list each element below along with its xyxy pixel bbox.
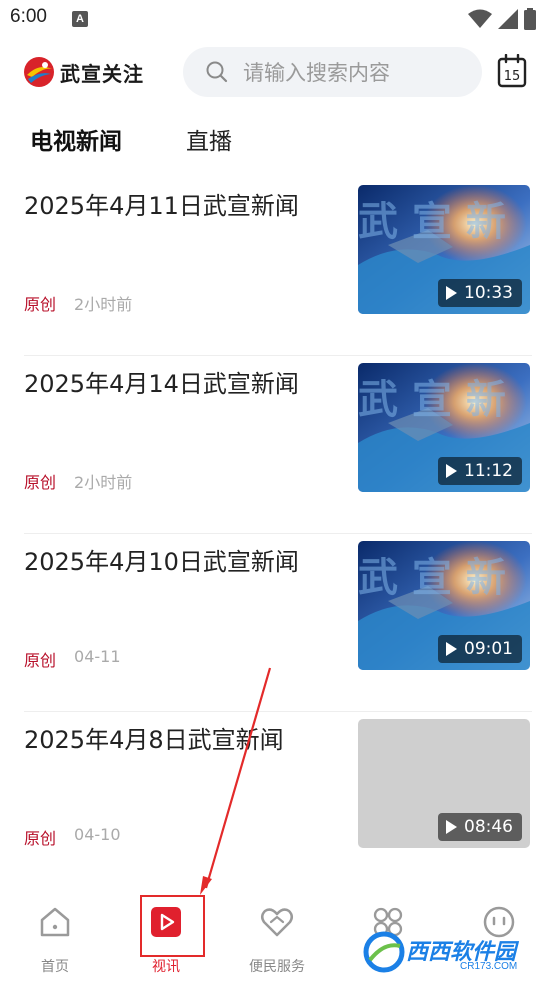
search-icon: [206, 61, 228, 83]
tab-live[interactable]: 直播: [186, 122, 232, 156]
news-meta: 原创 2小时前: [24, 469, 132, 493]
watermark-logo: 西西软件园 CR173.COM: [362, 930, 540, 978]
duration-text: 11:12: [464, 461, 513, 481]
logo-mark-icon: [24, 57, 54, 87]
svg-text:武 宣 新: 武 宣 新: [358, 555, 506, 601]
watermark-mark-icon: [363, 931, 405, 973]
watermark-sub: CR173.COM: [460, 961, 518, 972]
nav-label-home: 首页: [41, 959, 69, 975]
calendar-day: 15: [504, 69, 521, 84]
play-icon: [446, 642, 457, 656]
play-icon: [446, 286, 457, 300]
video-duration: 11:12: [438, 457, 522, 485]
status-indicators: [468, 8, 536, 30]
news-meta: 原创 04-11: [24, 647, 121, 671]
notification-icon: A: [72, 11, 88, 27]
app-header: 武宣关注 请输入搜索内容 15: [0, 44, 554, 102]
news-tag: 原创: [24, 295, 57, 314]
video-thumbnail[interactable]: 武 宣 新 10:33: [358, 185, 530, 314]
news-time: 2小时前: [74, 295, 133, 314]
news-title: 2025年4月10日武宣新闻: [24, 548, 299, 576]
video-thumbnail[interactable]: 08:46: [358, 719, 530, 848]
tab-bar: 电视新闻 直播: [0, 114, 554, 162]
nav-home[interactable]: 首页: [0, 890, 110, 984]
app-name: 武宣关注: [60, 61, 144, 86]
list-item[interactable]: 2025年4月10日武宣新闻 原创 04-11 武 宣 新 09:01: [0, 534, 554, 712]
news-time: 2小时前: [74, 473, 133, 492]
news-title: 2025年4月8日武宣新闻: [24, 726, 284, 754]
tab-tv-news[interactable]: 电视新闻: [30, 122, 122, 156]
news-meta: 原创 04-10: [24, 825, 121, 849]
news-tag: 原创: [24, 651, 57, 670]
video-thumbnail[interactable]: 武 宣 新 09:01: [358, 541, 530, 670]
list-item[interactable]: 2025年4月14日武宣新闻 原创 2小时前 武 宣 新 11:12: [0, 356, 554, 534]
video-duration: 08:46: [438, 813, 522, 841]
calendar-icon[interactable]: 15: [497, 54, 527, 88]
app-logo: 武宣关注: [22, 55, 144, 89]
video-thumbnail[interactable]: 武 宣 新 11:12: [358, 363, 530, 492]
search-input[interactable]: 请输入搜索内容: [183, 47, 482, 97]
battery-icon: [524, 8, 536, 30]
duration-text: 08:46: [464, 817, 513, 837]
highlight-box: [140, 895, 205, 957]
status-bar: 6:00 A: [0, 0, 554, 38]
list-item[interactable]: 2025年4月11日武宣新闻 原创 2小时前 武 宣 新 10:33: [0, 178, 554, 356]
heart-service-icon: [261, 908, 293, 937]
home-icon: [40, 907, 70, 937]
signal-icon: [498, 9, 518, 29]
news-title: 2025年4月11日武宣新闻: [24, 192, 299, 220]
svg-text:武 宣 新: 武 宣 新: [358, 377, 506, 423]
news-time: 04-11: [74, 647, 121, 666]
search-placeholder: 请输入搜索内容: [243, 61, 390, 85]
news-time: 04-10: [74, 825, 121, 844]
news-tag: 原创: [24, 829, 57, 848]
duration-text: 09:01: [464, 639, 513, 659]
news-title: 2025年4月14日武宣新闻: [24, 370, 299, 398]
nav-service[interactable]: 便民服务: [222, 890, 332, 984]
play-icon: [446, 820, 457, 834]
nav-label-video: 视讯: [152, 959, 180, 975]
video-duration: 10:33: [438, 279, 522, 307]
duration-text: 10:33: [464, 283, 513, 303]
list-item[interactable]: 2025年4月8日武宣新闻 原创 04-10 08:46: [0, 712, 554, 890]
status-time: 6:00: [10, 6, 47, 27]
news-list: 2025年4月11日武宣新闻 原创 2小时前 武 宣 新 10:33 2025年…: [0, 178, 554, 890]
nav-label-service: 便民服务: [249, 959, 305, 975]
video-duration: 09:01: [438, 635, 522, 663]
wifi-icon: [468, 9, 492, 28]
news-meta: 原创 2小时前: [24, 291, 132, 315]
news-tag: 原创: [24, 473, 57, 492]
play-icon: [446, 464, 457, 478]
svg-text:武 宣 新: 武 宣 新: [358, 199, 506, 245]
